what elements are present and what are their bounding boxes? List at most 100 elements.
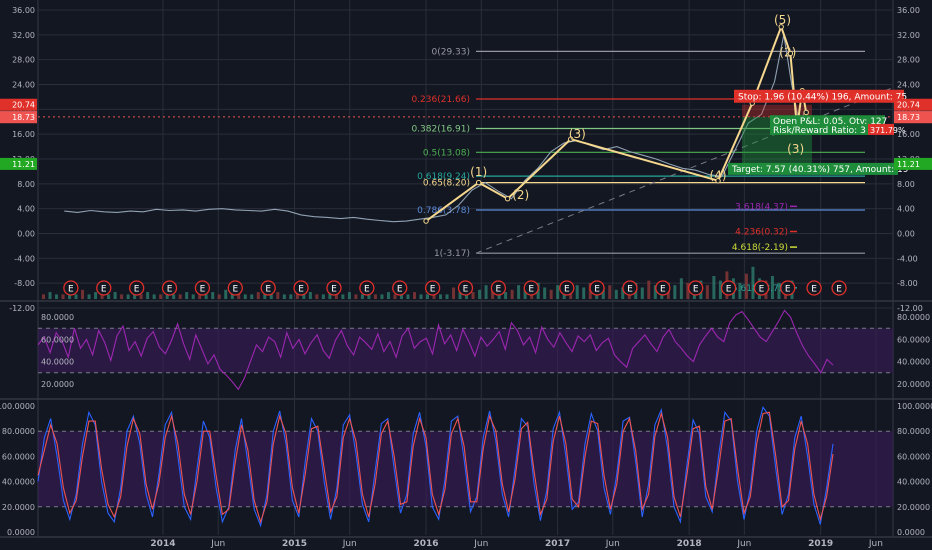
wave-point [803,109,809,116]
price-tag-left: 18.73 [12,113,35,122]
volume-bar [510,289,514,299]
price-tag-left: 20.74 [12,101,35,110]
x-tick-label: 2019 [808,539,833,549]
stoch-y-tick-left: 20.0000 [2,503,35,512]
volume-bar [341,294,345,299]
volume-bar [549,289,553,299]
wave-label: (3) [569,127,586,141]
stoch-y-tick-left: 40.0000 [2,478,35,487]
x-tick-label: 2014 [150,539,175,549]
earnings-marker-label: E [785,285,791,295]
price-y-tick-left: 0.00 [17,230,35,239]
price-y-tick-left: 8.00 [17,180,35,189]
volume-bar [113,292,117,299]
volume-bar [42,294,45,299]
x-tick-label: Jun [736,539,751,549]
stoch-y-tick-left: 100.0000 [0,402,35,411]
stoch-y-tick-right: 80.0000 [897,427,930,436]
volume-bar [282,294,286,299]
volume-bar [185,292,189,299]
volume-bar [484,285,488,299]
fib-level-label: 0.5(13.08) [423,148,470,158]
rsi-y-tick-left: 60.0000 [41,335,74,344]
volume-bar [178,294,182,299]
volume-bar [360,294,364,299]
earnings-marker-label: E [836,285,842,295]
stop-zone [742,104,812,117]
earnings-marker-label: E [232,285,238,295]
price-y-tick-right: 28.00 [897,56,920,65]
x-tick-label: Jun [342,539,357,549]
volume-bar [419,294,423,299]
volume-bar [406,294,410,299]
wave-label: (3) [787,142,804,156]
stoch-y-tick-left: 0.0000 [7,528,35,537]
wave-label: (5) [774,13,791,27]
volume-bar [426,294,430,299]
price-y-tick-left: 24.00 [12,81,35,90]
rsi-y-tick-right: 80.0000 [897,313,930,322]
earnings-marker-label: E [200,285,206,295]
x-tick-label: 2016 [414,539,439,549]
price-tag-right: 18.73 [897,113,920,122]
wave-label: (1) [470,165,487,179]
rsi-y-tick-left: 80.0000 [41,313,74,322]
x-tick-label: 2017 [545,539,570,549]
volume-bar [647,280,651,299]
volume-bar [243,294,247,299]
volume-bar [250,294,254,299]
volume-bar [556,285,560,299]
price-y-tick-left: 16.00 [12,130,35,139]
earnings-marker-label: E [627,285,633,295]
x-tick-label: Jun [210,539,225,549]
volume-bar [61,294,65,299]
earnings-marker-label: E [364,285,370,295]
volume-bar [159,294,163,299]
price-y-tick-right: 24.00 [897,81,920,90]
x-tick-label: 2018 [677,539,702,549]
volume-bar [315,294,319,299]
volume-bar [276,292,280,299]
earnings-marker-label: E [726,285,732,295]
price-y-tick-left: -8.00 [14,279,35,288]
volume-bar [673,285,677,299]
chart-canvas[interactable]: 0(29.33) 0.236(21.66) 0.382(16.91) 0.5(13.0… [0,0,932,550]
volume-bar [126,294,130,299]
earnings-marker-label: E [68,285,74,295]
earnings-marker-label: E [397,285,403,295]
price-y-tick-right: -8.00 [897,279,918,288]
volume-bar [582,287,586,299]
earnings-marker-label: E [331,285,337,295]
volume-bar [380,294,384,299]
earnings-marker-label: E [564,285,570,295]
price-y-tick-right: -4.00 [897,254,918,263]
price-y-tick-right: 8.00 [897,180,915,189]
fib-level-label: 0.236(21.66) [411,95,470,105]
volume-bar [452,287,456,299]
rsi-y-tick-left: 20.0000 [41,380,74,389]
x-tick-label: Jun [473,539,488,549]
price-tag-right: 11.21 [897,160,920,169]
volume-bar [74,294,78,299]
volume-bar [172,294,176,299]
price-y-tick-left: -12.00 [9,304,35,313]
price-y-tick-right: -12.00 [897,304,923,313]
x-tick-label: 2015 [282,539,307,549]
fib-level-label: 1(-3.17) [434,249,470,259]
volume-bar [373,294,377,299]
volume-bar [478,289,482,299]
stoch-y-tick-right: 20.0000 [897,503,930,512]
volume-bar [217,294,221,299]
earnings-marker-label: E [759,285,765,295]
earnings-marker-label: E [594,285,600,295]
volume-bar [87,294,91,299]
volume-bar [152,294,156,299]
stoch-y-tick-right: 40.0000 [897,478,930,487]
price-y-tick-left: 28.00 [12,56,35,65]
wave-point [504,196,511,202]
volume-bar [640,287,644,299]
price-y-tick-right: 36.00 [897,6,920,15]
volume-bar [543,287,547,299]
rsi-y-tick-right: 40.0000 [897,358,930,367]
price-y-tick-left: 4.00 [17,205,35,214]
